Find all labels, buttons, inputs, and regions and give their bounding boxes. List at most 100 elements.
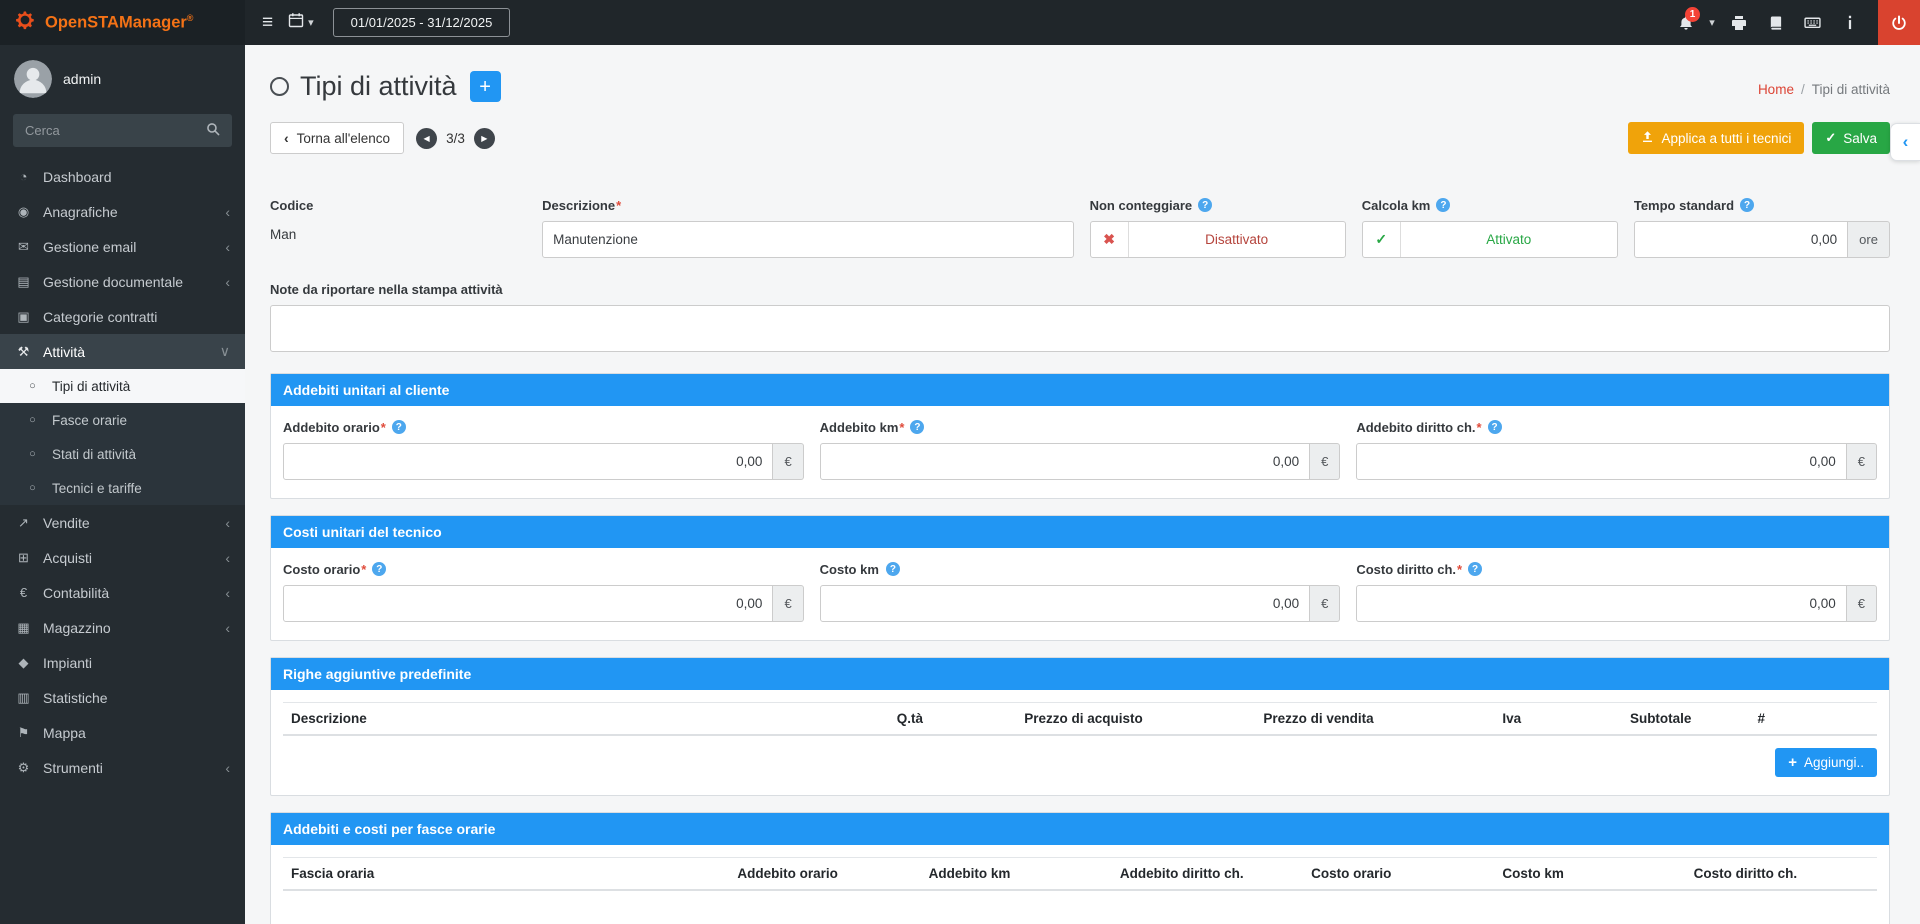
breadcrumb-home-link[interactable]: Home — [1758, 82, 1794, 97]
column-header: # — [1749, 703, 1877, 736]
side-panel-toggle-tab[interactable]: ‹ — [1890, 123, 1920, 161]
costo-km-input[interactable] — [820, 585, 1310, 622]
sidebar-subitem-label: Tipi di attività — [52, 379, 230, 394]
help-tooltip-icon[interactable]: ? — [1740, 198, 1754, 212]
non-conteggiare-toggle[interactable]: ✖ Disattivato — [1090, 221, 1346, 258]
notifications-caret-icon[interactable]: ▾ — [1704, 0, 1720, 45]
euro-addon: € — [1310, 585, 1340, 622]
column-header: Addebito diritto ch. — [1112, 858, 1303, 891]
help-tooltip-icon[interactable]: ? — [1488, 420, 1502, 434]
sidebar-item-dashboard[interactable]: ◔ Dashboard — [0, 159, 245, 194]
back-to-list-button[interactable]: ‹ Torna all'elenco — [270, 122, 404, 154]
tempo-standard-input[interactable] — [1634, 221, 1848, 258]
search-button[interactable] — [194, 114, 232, 147]
table-header-row: Fascia oraria Addebito orario Addebito k… — [283, 858, 1877, 891]
next-record-button[interactable]: ▶ — [474, 128, 495, 149]
addebito-orario-label: Addebito orario* ? — [283, 418, 804, 436]
sidebar-item-gestione-email[interactable]: ✉ Gestione email ‹ — [0, 229, 245, 264]
calendar-dropdown[interactable]: ▾ — [288, 12, 314, 34]
email-icon: ✉ — [15, 239, 32, 255]
sidebar-item-vendite[interactable]: ↗ Vendite ‹ — [0, 505, 245, 540]
sidebar-subitem-tipi-di-attivita[interactable]: ○ Tipi di attività — [0, 369, 245, 403]
sidebar-item-categorie-contratti[interactable]: ▣ Categorie contratti — [0, 299, 245, 334]
add-row-button[interactable]: + Aggiungi.. — [1775, 748, 1877, 777]
search-icon — [206, 122, 220, 139]
costo-orario-input[interactable] — [283, 585, 773, 622]
euro-addon: € — [1310, 443, 1340, 480]
main-content: Tipi di attività + Home / Tipi di attivi… — [245, 0, 1920, 924]
chart-line-icon: ↗ — [15, 515, 32, 531]
search-input[interactable] — [13, 114, 194, 147]
sidebar-item-strumenti[interactable]: ⚙ Strumenti ‹ — [0, 750, 245, 785]
codice-label: Codice — [270, 196, 526, 214]
costo-diritto-label: Costo diritto ch.* ? — [1356, 560, 1877, 578]
panel-costi-unitari: Costi unitari del tecnico Costo orario* … — [270, 515, 1890, 641]
chevron-left-icon: ‹ — [225, 515, 230, 531]
print-icon[interactable] — [1720, 0, 1757, 45]
column-header: Prezzo di acquisto — [1016, 703, 1255, 736]
calcola-km-toggle[interactable]: ✓ Attivato — [1362, 221, 1618, 258]
sidebar-item-acquisti[interactable]: ⊞ Acquisti ‹ — [0, 540, 245, 575]
brand-name: OpenSTAManager® — [45, 13, 193, 33]
add-record-button[interactable]: + — [470, 71, 501, 102]
sidebar-item-gestione-documentale[interactable]: ▤ Gestione documentale ‹ — [0, 264, 245, 299]
costo-diritto-input[interactable] — [1356, 585, 1846, 622]
costo-orario-label: Costo orario* ? — [283, 560, 804, 578]
sidebar-item-label: Categorie contratti — [43, 309, 219, 325]
sidebar-item-contabilita[interactable]: € Contabilità ‹ — [0, 575, 245, 610]
sidebar-item-impianti[interactable]: ◆ Impianti — [0, 645, 245, 680]
cart-icon: ⊞ — [15, 550, 32, 566]
sidebar-subitem-label: Fasce orarie — [52, 413, 230, 428]
table-header-row: Descrizione Q.tà Prezzo di acquisto Prez… — [283, 703, 1877, 736]
tempo-standard-label: Tempo standard ? — [1634, 196, 1890, 214]
docs-book-icon[interactable] — [1757, 0, 1794, 45]
addebito-km-input[interactable] — [820, 443, 1310, 480]
apply-to-all-technicians-button[interactable]: Applica a tutti i tecnici — [1628, 122, 1805, 154]
help-tooltip-icon[interactable]: ? — [392, 420, 406, 434]
sidebar-item-magazzino[interactable]: ▦ Magazzino ‹ — [0, 610, 245, 645]
gear-logo-icon — [14, 9, 36, 36]
plus-icon: + — [1788, 755, 1797, 770]
sidebar-item-mappa[interactable]: ⚑ Mappa — [0, 715, 245, 750]
column-header: Fascia oraria — [283, 858, 729, 891]
sidebar-item-anagrafiche[interactable]: ◉ Anagrafiche ‹ — [0, 194, 245, 229]
chevron-down-icon: ∨ — [220, 343, 230, 360]
briefcase-icon: ▣ — [15, 309, 32, 325]
help-tooltip-icon[interactable]: ? — [1436, 198, 1450, 212]
sidebar-item-label: Gestione email — [43, 239, 214, 255]
help-tooltip-icon[interactable]: ? — [886, 562, 900, 576]
note-textarea[interactable] — [270, 305, 1890, 352]
previous-record-button[interactable]: ◀ — [416, 128, 437, 149]
sidebar-subitem-label: Tecnici e tariffe — [52, 481, 230, 496]
column-header: Iva — [1494, 703, 1622, 736]
addebito-km-label: Addebito km* ? — [820, 418, 1341, 436]
descrizione-input[interactable] — [542, 221, 1073, 258]
help-tooltip-icon[interactable]: ? — [910, 420, 924, 434]
brand-logo[interactable]: OpenSTAManager® — [0, 0, 245, 45]
column-header: Addebito km — [921, 858, 1112, 891]
chevron-left-icon: ‹ — [1903, 132, 1909, 152]
main-form-row: Codice Man Descrizione* Non conteggiare … — [245, 154, 1920, 258]
sidebar-toggle-hamburger-icon[interactable]: ≡ — [262, 12, 273, 34]
keyboard-shortcuts-icon[interactable] — [1794, 0, 1831, 45]
sidebar-item-attivita[interactable]: ⚒ Attività ∨ — [0, 334, 245, 369]
addebito-diritto-input[interactable] — [1356, 443, 1846, 480]
info-icon[interactable] — [1831, 0, 1868, 45]
date-range-picker[interactable]: 01/01/2025 - 31/12/2025 — [333, 8, 511, 37]
sidebar-subitem-fasce-orarie[interactable]: ○ Fasce orarie — [0, 403, 245, 437]
addebito-orario-input[interactable] — [283, 443, 773, 480]
breadcrumb-separator: / — [1801, 82, 1805, 97]
help-tooltip-icon[interactable]: ? — [372, 562, 386, 576]
map-flag-icon: ⚑ — [15, 725, 32, 741]
sidebar-item-statistiche[interactable]: ▥ Statistiche — [0, 680, 245, 715]
sidebar-subitem-stati-di-attivita[interactable]: ○ Stati di attività — [0, 437, 245, 471]
descrizione-label: Descrizione* — [542, 196, 1073, 214]
logout-power-button[interactable] — [1878, 0, 1920, 45]
chevron-left-icon: ‹ — [225, 620, 230, 636]
help-tooltip-icon[interactable]: ? — [1468, 562, 1482, 576]
sidebar-item-label: Attività — [43, 344, 209, 360]
save-button[interactable]: ✓ Salva — [1812, 122, 1890, 154]
notifications-bell-icon[interactable]: 1 — [1667, 0, 1704, 45]
sidebar-subitem-tecnici-e-tariffe[interactable]: ○ Tecnici e tariffe — [0, 471, 245, 505]
help-tooltip-icon[interactable]: ? — [1198, 198, 1212, 212]
